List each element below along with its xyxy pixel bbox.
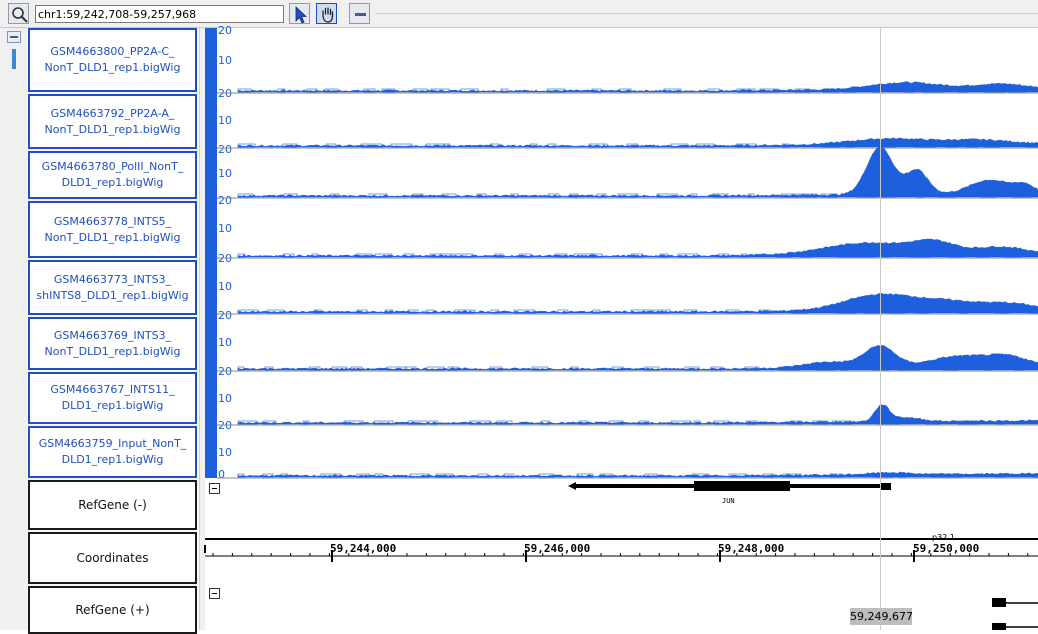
signal-track [237, 145, 1038, 198]
signal-track [237, 81, 1038, 93]
signal-track [237, 344, 1038, 371]
coordinate-tick-label: 59,246,000 [524, 542, 591, 555]
cytoband-label: p32.1 [932, 533, 955, 542]
gene-exon [992, 623, 1006, 630]
cursor-position-readout: 59,249,677 [850, 608, 913, 625]
gene-exon [992, 598, 1006, 607]
collapse-track-icon[interactable] [209, 588, 220, 599]
coordinate-tick-label: 59,244,000 [330, 542, 397, 555]
coordinate-tick-label: 59,250,000 [913, 542, 980, 555]
signal-tracks [204, 81, 1038, 630]
gene-strand-arrow [568, 482, 576, 490]
signal-track [237, 238, 1038, 258]
cursor-guide-line [880, 28, 881, 630]
signal-track [237, 471, 1038, 478]
gene-utr [880, 483, 891, 490]
gene-exon [694, 481, 790, 491]
gene-label: JUN [722, 497, 735, 505]
coordinate-tick-label: 59,248,000 [718, 542, 785, 555]
collapse-track-icon[interactable] [209, 483, 220, 494]
